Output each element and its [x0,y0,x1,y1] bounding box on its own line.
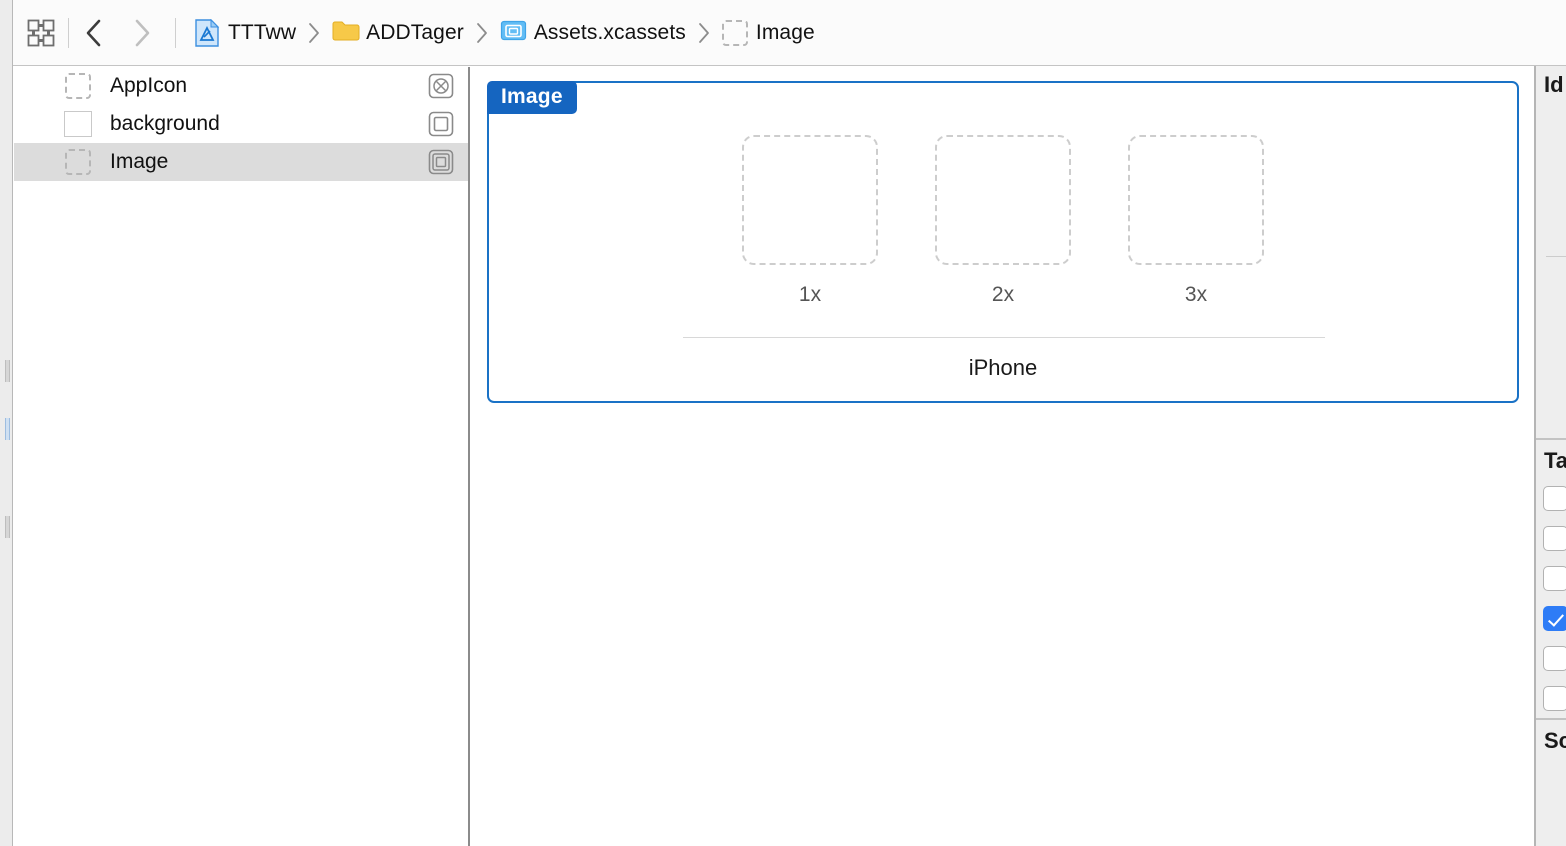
editor-toolbar: TTTww ADDTager Assets.xcassets Image [13,0,1566,66]
target-checkbox[interactable] [1543,566,1566,591]
inspector-section-split [1536,718,1566,720]
target-checkbox[interactable] [1543,526,1566,551]
back-button[interactable] [81,16,107,50]
gutter-tick [5,516,10,538]
chevron-right-small-icon [698,22,709,43]
assets-catalog-icon [500,19,526,47]
toolbar-divider-2 [175,17,176,48]
inspector-section-targets: Ta [1544,448,1566,473]
canvas-title-badge: Image [487,81,577,114]
breadcrumb-label: Image [755,20,815,44]
scale-slot-label: 1x [798,283,822,306]
image-drop-well[interactable] [1128,135,1264,265]
image-thumbnail-icon [64,110,92,138]
target-checkbox[interactable] [1543,486,1566,511]
imageset-badge-icon [428,111,454,137]
imageset-stack-badge-icon [428,149,454,175]
folder-icon [332,19,360,47]
inspector-section-identity: Id [1544,72,1564,97]
chevron-right-icon [135,19,150,46]
inspector-section-scales: Sc [1544,728,1566,753]
asset-name-label: background [110,112,220,135]
scale-slot-group: 1x 2x 3x [489,135,1517,307]
target-checkbox[interactable] [1543,686,1566,711]
dashed-placeholder-icon [64,72,92,100]
gutter-marker [1,594,12,607]
asset-name-label: AppIcon [110,74,188,97]
forward-button[interactable] [129,16,155,50]
appicon-badge-icon [428,73,454,99]
inspector-section-split [1536,438,1566,440]
scale-slot-2x[interactable]: 2x [935,135,1071,307]
chevron-left-icon [86,19,101,46]
gutter-marker [1,222,12,235]
image-drop-well[interactable] [742,135,878,265]
target-checkbox[interactable] [1543,646,1566,671]
scale-slot-3x[interactable]: 3x [1128,135,1264,307]
chevron-right-small-icon [476,22,487,43]
navigator-gutter[interactable] [0,0,13,846]
chevron-right-small-icon [309,22,320,43]
asset-list-sidebar: AppIcon background Image [14,67,470,846]
image-set-icon [721,19,748,47]
breadcrumb-item-catalog[interactable]: Assets.xcassets [498,19,688,47]
image-drop-well[interactable] [935,135,1071,265]
device-group-label: iPhone [968,355,1038,380]
breadcrumb-item-imageset[interactable]: Image [720,19,817,47]
gutter-tick [5,360,10,382]
asset-row-background[interactable]: background [14,105,468,143]
attributes-inspector: Id Ta Sc [1535,66,1566,846]
scale-slot-label: 2x [991,283,1015,306]
dashed-placeholder-icon [721,19,748,46]
breadcrumb-label: ADDTager [366,20,464,44]
breadcrumb-item-folder[interactable]: ADDTager [330,19,466,47]
xcode-window: TTTww ADDTager Assets.xcassets Image App… [0,0,1566,846]
asset-row-appicon[interactable]: AppIcon [14,67,468,105]
related-items-button[interactable] [26,13,56,53]
breadcrumb-label: TTTww [228,20,297,44]
target-checkbox-checked[interactable] [1543,606,1566,631]
gutter-marker [1,714,12,727]
asset-row-image[interactable]: Image [14,143,468,181]
canvas-separator [683,337,1325,338]
breadcrumb-separator [688,21,720,45]
gutter-tick-active [5,418,10,440]
asset-name-label: Image [110,150,169,173]
grid-icon [26,18,56,48]
breadcrumb-separator [298,21,330,45]
scale-slot-label: 3x [1184,283,1208,306]
asset-editor: Image 1x 2x 3x iPhone [472,67,1534,846]
image-set-canvas[interactable]: Image 1x 2x 3x iPhone [487,81,1519,403]
breadcrumb-separator [466,21,498,45]
toolbar-divider-1 [68,17,69,48]
breadcrumb-label: Assets.xcassets [533,20,686,44]
breadcrumb-item-project[interactable]: TTTww [192,18,298,47]
dashed-placeholder-icon [64,148,92,176]
scale-slot-1x[interactable]: 1x [742,135,878,307]
gutter-marker [1,774,12,787]
gutter-marker [1,654,12,667]
inspector-divider [1546,256,1566,257]
breadcrumb: TTTww ADDTager Assets.xcassets Image [192,13,817,53]
xcode-project-icon [194,18,220,47]
